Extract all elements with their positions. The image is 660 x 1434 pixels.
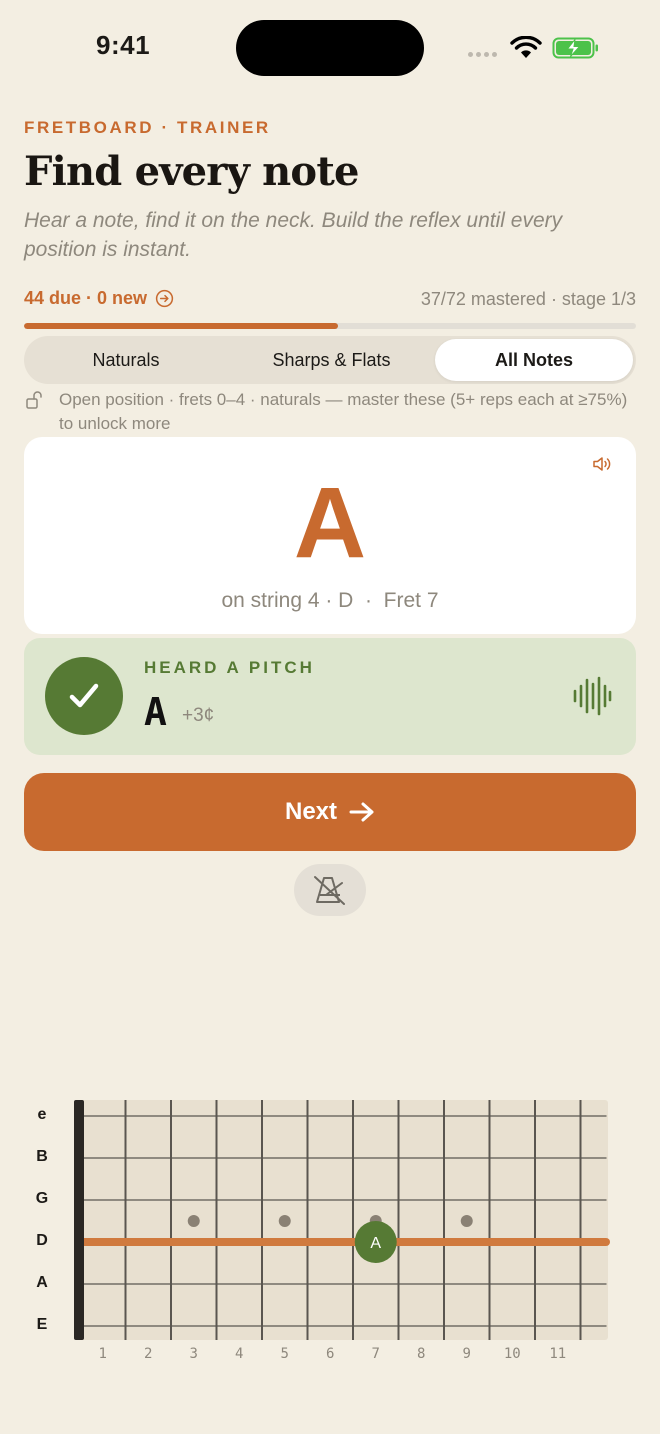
fret-number: 4 bbox=[235, 1346, 244, 1362]
metronome-icon bbox=[314, 876, 345, 905]
unlock-info-text: Open position · frets 0–4 · naturals — m… bbox=[59, 390, 628, 433]
fret-inlay-dot bbox=[187, 1215, 200, 1227]
mastered-status: 37/72 mastered · stage 1/3 bbox=[420, 289, 636, 309]
nut bbox=[74, 1100, 84, 1340]
heard-cents: +3¢ bbox=[182, 705, 215, 726]
fret-number: 1 bbox=[98, 1346, 107, 1362]
tab-naturals[interactable]: Naturals bbox=[27, 339, 225, 381]
string-label-G: G bbox=[35, 1190, 49, 1207]
mastery-progress-fill bbox=[24, 323, 338, 329]
mastery-progress-bar bbox=[24, 323, 636, 329]
metronome-button[interactable] bbox=[294, 864, 366, 916]
due-link[interactable]: 44 due · 0 new bbox=[24, 288, 174, 309]
tab-all-notes[interactable]: All Notes bbox=[435, 339, 633, 381]
due-text: 44 due · 0 new bbox=[24, 288, 148, 308]
tab-sharps-flats[interactable]: Sharps & Flats bbox=[229, 339, 434, 381]
fret-inlay-dot bbox=[460, 1215, 473, 1227]
checkmark-icon bbox=[69, 683, 99, 708]
string-label-E: E bbox=[36, 1316, 48, 1333]
fretboard-background bbox=[74, 1100, 608, 1340]
page-subtitle: Hear a note, find it on the neck. Build … bbox=[24, 209, 563, 261]
speaker-icon[interactable] bbox=[592, 455, 614, 473]
heard-pitch-panel: HEARD A PITCH A +3¢ bbox=[24, 638, 636, 755]
arrow-right-icon bbox=[349, 802, 374, 822]
success-badge bbox=[45, 657, 123, 735]
fretboard[interactable]: A bbox=[74, 1100, 610, 1344]
status-time: 9:41 bbox=[96, 30, 151, 60]
note-marker-label: A bbox=[370, 1235, 381, 1252]
waveform-icon bbox=[573, 676, 612, 716]
fret-number: 9 bbox=[462, 1346, 471, 1362]
fret-number: 8 bbox=[417, 1346, 426, 1362]
fret-number: 10 bbox=[503, 1346, 521, 1362]
target-note: A bbox=[293, 467, 367, 579]
page-title: Find every note bbox=[24, 148, 359, 195]
string-label-e: e bbox=[37, 1106, 47, 1123]
fret-number: 6 bbox=[326, 1346, 335, 1362]
unlock-icon bbox=[26, 391, 42, 409]
next-button[interactable]: Next bbox=[24, 773, 636, 851]
string-label-D: D bbox=[36, 1232, 48, 1249]
app-eyebrow: FRETBOARD · TRAINER bbox=[24, 118, 271, 137]
heard-note: A bbox=[144, 690, 167, 734]
wifi-icon bbox=[510, 36, 542, 58]
battery-charging-icon bbox=[552, 37, 598, 59]
fret-number: 11 bbox=[549, 1346, 567, 1362]
string-label-B: B bbox=[36, 1148, 48, 1165]
fret-inlay-dot bbox=[278, 1215, 291, 1227]
next-button-label: Next bbox=[284, 798, 338, 825]
note-set-segmented-control: Naturals Sharps & Flats All Notes bbox=[24, 336, 636, 384]
target-note-detail: on string 4 · D · Fret 7 bbox=[221, 589, 439, 612]
dynamic-island bbox=[236, 20, 424, 76]
target-note-card: A on string 4 · D · Fret 7 bbox=[24, 437, 636, 634]
fret-number: 2 bbox=[144, 1346, 153, 1362]
fret-number: 3 bbox=[189, 1346, 198, 1362]
fret-number: 5 bbox=[280, 1346, 289, 1362]
heard-label: HEARD A PITCH bbox=[144, 658, 315, 677]
string-label-A: A bbox=[36, 1274, 48, 1291]
cellular-signal-icon bbox=[468, 52, 497, 57]
fret-number: 7 bbox=[371, 1346, 380, 1362]
arrow-circle-right-icon bbox=[155, 289, 174, 308]
